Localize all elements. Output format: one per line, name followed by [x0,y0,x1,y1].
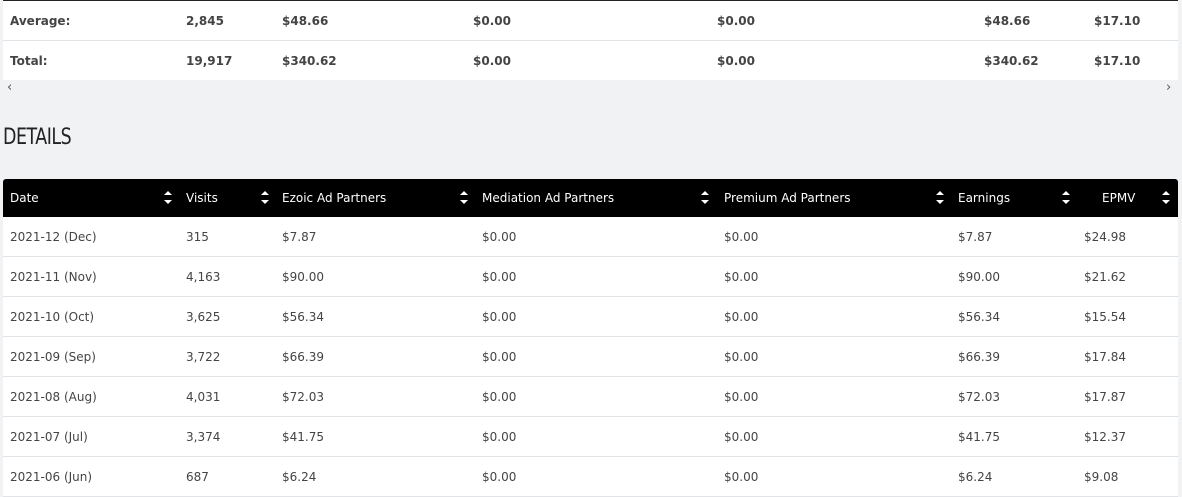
cell-epmv: $15.54 [1084,310,1126,324]
cell-earnings: $72.03 [958,390,1000,404]
cell-mediation: $0.00 [482,470,517,484]
sort-icon[interactable] [1062,190,1070,206]
cell-epmv: $24.98 [1084,230,1126,244]
cell-epmv: $12.37 [1084,430,1126,444]
table-header: Date Visits Ezoic Ad Partners Mediation … [3,179,1178,217]
cell-premium: $0.00 [724,310,759,324]
column-header-ezoic[interactable]: Ezoic Ad Partners [282,179,386,217]
cell-epmv: $21.62 [1084,270,1126,284]
cell-ezoic: $90.00 [282,270,324,284]
cell-ezoic: $56.34 [282,310,324,324]
cell-date: 2021-10 (Oct) [10,310,95,324]
column-header-earnings[interactable]: Earnings [958,179,1010,217]
cell-premium: $0.00 [724,470,759,484]
summary-mediation: $0.00 [473,54,511,68]
summary-ezoic: $48.66 [282,14,329,28]
summary-earnings: $48.66 [984,14,1031,28]
cell-premium: $0.00 [724,430,759,444]
cell-visits: 4,031 [186,390,221,404]
cell-mediation: $0.00 [482,350,517,364]
cell-ezoic: $7.87 [282,230,317,244]
section-title: DETAILS [3,125,72,150]
cell-visits: 3,722 [186,350,221,364]
cell-mediation: $0.00 [482,230,517,244]
cell-premium: $0.00 [724,270,759,284]
cell-premium: $0.00 [724,390,759,404]
cell-date: 2021-06 (Jun) [10,470,93,484]
column-header-date[interactable]: Date [10,179,39,217]
cell-visits: 3,374 [186,430,221,444]
summary-ezoic: $340.62 [282,54,337,68]
cell-date: 2021-12 (Dec) [10,230,97,244]
table-row: 2021-07 (Jul) 3,374 $41.75 $0.00 $0.00 $… [3,417,1178,457]
table-row: 2021-08 (Aug) 4,031 $72.03 $0.00 $0.00 $… [3,377,1178,417]
table-row: 2021-10 (Oct) 3,625 $56.34 $0.00 $0.00 $… [3,297,1178,337]
cell-visits: 4,163 [186,270,221,284]
sort-icon[interactable] [261,190,269,206]
cell-earnings: $6.24 [958,470,993,484]
table-row: 2021-11 (Nov) 4,163 $90.00 $0.00 $0.00 $… [3,257,1178,297]
cell-date: 2021-09 (Sep) [10,350,96,364]
cell-mediation: $0.00 [482,270,517,284]
column-header-epmv[interactable]: EPMV [1102,179,1135,217]
summary-label: Total: [10,54,48,68]
column-header-visits[interactable]: Visits [186,179,218,217]
sort-icon[interactable] [701,190,709,206]
cell-visits: 315 [186,230,209,244]
cell-earnings: $56.34 [958,310,1000,324]
summary-label: Average: [10,14,71,28]
table-row: 2021-06 (Jun) 687 $6.24 $0.00 $0.00 $6.2… [3,457,1178,497]
sort-icon[interactable] [460,190,468,206]
cell-earnings: $41.75 [958,430,1000,444]
summary-mediation: $0.00 [473,14,511,28]
summary-row-average: Average: 2,845 $48.66 $0.00 $0.00 $48.66… [3,1,1178,41]
chevron-right-icon[interactable]: › [1166,81,1171,95]
table-body: 2021-12 (Dec) 315 $7.87 $0.00 $0.00 $7.8… [3,217,1178,497]
summary-visits: 2,845 [186,14,224,28]
summary-epmv: $17.10 [1094,54,1141,68]
cell-mediation: $0.00 [482,430,517,444]
sort-icon[interactable] [1162,190,1170,206]
cell-date: 2021-08 (Aug) [10,390,97,404]
cell-date: 2021-11 (Nov) [10,270,97,284]
summary-premium: $0.00 [717,54,755,68]
column-header-mediation[interactable]: Mediation Ad Partners [482,179,614,217]
cell-earnings: $7.87 [958,230,993,244]
cell-epmv: $9.08 [1084,470,1119,484]
details-table: Date Visits Ezoic Ad Partners Mediation … [3,179,1178,497]
summary-premium: $0.00 [717,14,755,28]
table-row: 2021-12 (Dec) 315 $7.87 $0.00 $0.00 $7.8… [3,217,1178,257]
cell-earnings: $90.00 [958,270,1000,284]
column-header-premium[interactable]: Premium Ad Partners [724,179,851,217]
sort-icon[interactable] [936,190,944,206]
cell-ezoic: $41.75 [282,430,324,444]
cell-ezoic: $66.39 [282,350,324,364]
cell-premium: $0.00 [724,230,759,244]
summary-row-total: Total: 19,917 $340.62 $0.00 $0.00 $340.6… [3,41,1178,81]
cell-epmv: $17.84 [1084,350,1126,364]
table-row: 2021-09 (Sep) 3,722 $66.39 $0.00 $0.00 $… [3,337,1178,377]
cell-date: 2021-07 (Jul) [10,430,88,444]
cell-earnings: $66.39 [958,350,1000,364]
cell-epmv: $17.87 [1084,390,1126,404]
summary-earnings: $340.62 [984,54,1039,68]
chevron-left-icon[interactable]: ‹ [7,81,12,95]
summary-visits: 19,917 [186,54,233,68]
summary-table: Average: 2,845 $48.66 $0.00 $0.00 $48.66… [3,0,1178,81]
cell-ezoic: $72.03 [282,390,324,404]
horizontal-scrollbar[interactable]: ‹ › [3,80,1178,97]
cell-visits: 3,625 [186,310,221,324]
sort-icon[interactable] [164,190,172,206]
cell-mediation: $0.00 [482,310,517,324]
cell-visits: 687 [186,470,209,484]
cell-ezoic: $6.24 [282,470,317,484]
cell-mediation: $0.00 [482,390,517,404]
summary-epmv: $17.10 [1094,14,1141,28]
cell-premium: $0.00 [724,350,759,364]
